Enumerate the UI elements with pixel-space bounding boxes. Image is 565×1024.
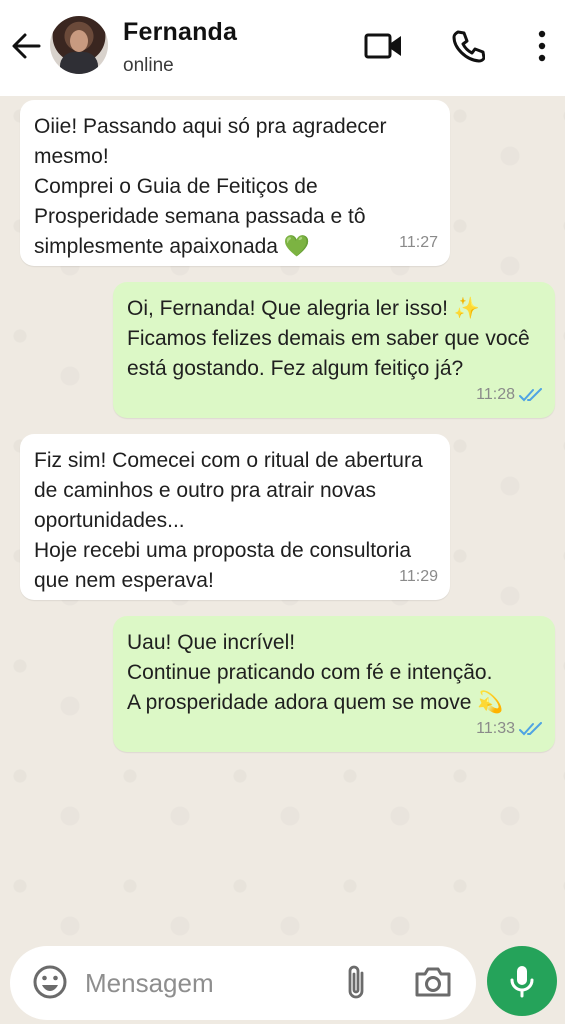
contact-name: Fernanda [123,18,238,46]
read-ticks-icon [519,388,542,402]
message-text: Oiie! Passando aqui só pra agradecer mes… [34,115,387,258]
chat-header: Fernanda online [0,0,565,96]
message-text: Fiz sim! Comecei com o ritual de abertur… [34,449,423,592]
message-bubble-outgoing[interactable]: Oi, Fernanda! Que alegria ler isso! ✨ Fi… [113,282,555,418]
message-text: Uau! Que incrível! Continue praticando c… [127,631,493,714]
mic-icon [510,966,534,998]
camera-icon[interactable] [413,964,453,1000]
avatar[interactable] [50,16,108,74]
message-time: 11:33 [476,720,515,737]
contact-info[interactable]: Fernanda online [123,18,237,77]
message-time: 11:28 [476,386,515,403]
read-ticks-icon [519,722,542,736]
message-composer[interactable]: Mensagem [10,946,476,1020]
message-input[interactable]: Mensagem [85,968,214,999]
message-bubble-outgoing[interactable]: Uau! Que incrível! Continue praticando c… [113,616,555,752]
contact-status: online [123,55,174,76]
message-time: 11:29 [399,568,438,585]
message-bubble-incoming[interactable]: Fiz sim! Comecei com o ritual de abertur… [20,434,450,600]
video-call-icon[interactable] [362,26,406,66]
chat-area[interactable]: Oiie! Passando aqui só pra agradecer mes… [0,96,565,946]
message-bubble-incoming[interactable]: Oiie! Passando aqui só pra agradecer mes… [20,100,450,266]
attach-icon[interactable] [342,963,370,1003]
sparkles-emoji: ✨ [453,297,480,321]
message-text: Oi, Fernanda! Que alegria ler isso! [127,297,448,320]
green-heart-emoji: 💚 [283,235,310,259]
emoji-icon[interactable] [32,964,68,1000]
phone-icon[interactable] [448,26,488,66]
back-arrow-icon[interactable] [10,28,42,64]
message-time: 11:27 [399,234,438,251]
message-text-continued: Ficamos felizes demais em saber que você… [127,327,530,381]
mic-button[interactable] [487,946,557,1016]
more-vert-icon[interactable] [530,26,554,66]
